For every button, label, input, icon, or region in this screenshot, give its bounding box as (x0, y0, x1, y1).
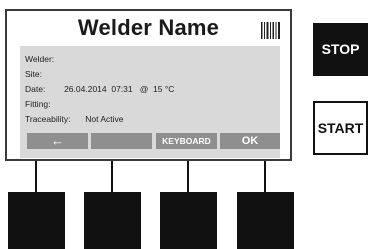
key-connector-4 (264, 161, 266, 192)
key-connector-2 (111, 161, 113, 192)
field-traceability-label: Traceability: (25, 114, 71, 124)
blank-softkey[interactable] (91, 133, 152, 149)
screen-title: Welder Name (77, 15, 220, 40)
ok-softkey[interactable]: OK (220, 133, 280, 149)
back-softkey[interactable]: ← (27, 133, 88, 149)
barcode-icon (261, 22, 280, 39)
field-date-label: Date: (25, 84, 46, 94)
info-panel: Welder: Site: Date: 26.04.2014 07:31 @ 1… (20, 46, 280, 158)
field-fitting: Fitting: (25, 99, 51, 109)
title-bar: Welder Name (7, 11, 290, 47)
stop-button[interactable]: STOP (313, 23, 368, 76)
field-welder: Welder: (25, 54, 54, 64)
hardware-key-4[interactable] (237, 192, 294, 249)
device-screen: Welder Name Welder: Site: Date: 26.04.20… (5, 9, 292, 161)
hardware-key-1[interactable] (8, 192, 65, 249)
hardware-key-3[interactable] (160, 192, 217, 249)
field-traceability: Traceability: Not Active (25, 114, 124, 124)
field-traceability-value: Not Active (85, 114, 124, 124)
start-button[interactable]: START (313, 101, 368, 155)
field-site: Site: (25, 69, 42, 79)
field-site-label: Site: (25, 69, 43, 79)
field-welder-label: Welder: (25, 54, 55, 64)
key-connector-1 (35, 161, 37, 192)
field-date: Date: 26.04.2014 07:31 @ 15 °C (25, 84, 174, 94)
field-fitting-label: Fitting: (25, 99, 51, 109)
hardware-key-2[interactable] (84, 192, 141, 249)
key-connector-3 (187, 161, 189, 192)
keyboard-softkey[interactable]: KEYBOARD (156, 133, 217, 149)
field-date-value: 26.04.2014 07:31 @ 15 °C (64, 84, 175, 94)
